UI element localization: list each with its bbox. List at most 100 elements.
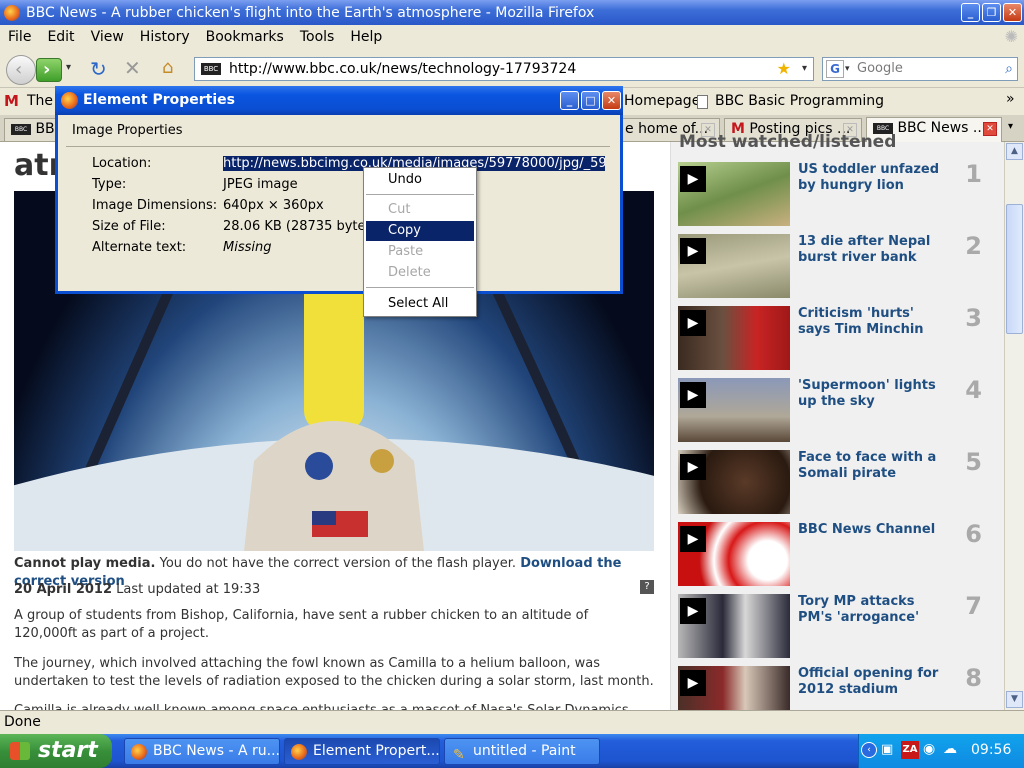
bbc-favicon-icon: BBC xyxy=(11,123,31,135)
speaker-icon[interactable]: ◉ xyxy=(923,741,935,757)
video-thumbnail[interactable]: ▶ xyxy=(678,234,790,298)
menu-view[interactable]: View xyxy=(83,29,132,45)
taskbar-item-label: Element Propert... xyxy=(313,743,440,759)
tray-expand-icon[interactable]: ‹ xyxy=(861,742,877,758)
play-icon: ▶ xyxy=(680,670,706,696)
item-rank: 4 xyxy=(965,376,982,404)
tab-bbc[interactable]: BBC BBC xyxy=(4,118,60,141)
scroll-down-icon[interactable]: ▼ xyxy=(1006,691,1023,708)
connection-icon[interactable]: ☁ xyxy=(943,741,957,757)
sidebar-heading: Most watched/listened xyxy=(679,132,897,152)
dimensions-label: Image Dimensions: xyxy=(92,198,218,213)
menu-item-undo[interactable]: Undo xyxy=(366,170,474,190)
list-item[interactable]: ▶ Face to face with a Somali pirate 5 xyxy=(678,448,990,514)
video-thumbnail[interactable]: ▶ xyxy=(678,594,790,658)
play-icon: ▶ xyxy=(680,454,706,480)
home-icon[interactable]: ⌂ xyxy=(162,57,173,78)
dialog-close-button[interactable]: ✕ xyxy=(602,91,621,110)
dialog-maximize-button[interactable]: □ xyxy=(581,91,600,110)
item-title[interactable]: Tory MP attacks PM's 'arrogance' xyxy=(798,594,948,626)
item-title[interactable]: BBC News Channel xyxy=(798,522,948,538)
scroll-thumb[interactable] xyxy=(1006,204,1023,334)
vertical-scrollbar[interactable]: ▲ ▼ xyxy=(1004,142,1024,710)
list-item[interactable]: ▶ US toddler unfazed by hungry lion 1 xyxy=(678,160,990,226)
back-button[interactable]: ‹ xyxy=(6,55,36,85)
close-button[interactable]: ✕ xyxy=(1003,3,1022,22)
menu-separator xyxy=(366,194,474,195)
taskbar-item-element-properties[interactable]: Element Propert... xyxy=(284,738,440,765)
bookmark-homepage[interactable]: Homepage xyxy=(624,93,700,109)
menu-bookmarks[interactable]: Bookmarks xyxy=(198,29,292,45)
forward-button[interactable]: › xyxy=(36,58,62,82)
window-titlebar: BBC News - A rubber chicken's flight int… xyxy=(0,0,1024,25)
scroll-up-icon[interactable]: ▲ xyxy=(1006,143,1023,160)
video-thumbnail[interactable]: ▶ xyxy=(678,666,790,710)
history-dropdown-icon[interactable]: ▾ xyxy=(66,62,71,73)
status-bar: Done xyxy=(0,710,1024,734)
tab-list-icon[interactable]: ▾ xyxy=(1008,121,1013,132)
video-thumbnail[interactable]: ▶ xyxy=(678,378,790,442)
help-icon[interactable]: ? xyxy=(640,580,654,594)
play-icon: ▶ xyxy=(680,382,706,408)
item-title[interactable]: Criticism 'hurts' says Tim Minchin xyxy=(798,306,948,338)
menu-separator xyxy=(366,287,474,288)
bookmark-item-the[interactable]: The xyxy=(27,93,53,109)
taskbar-item-label: untitled - Paint xyxy=(473,743,576,759)
menu-edit[interactable]: Edit xyxy=(39,29,82,45)
back-arrow-icon: ‹ xyxy=(15,59,23,80)
menu-file[interactable]: File xyxy=(0,29,39,45)
start-button[interactable]: start xyxy=(0,734,112,768)
menu-bar: File Edit View History Bookmarks Tools H… xyxy=(0,25,1024,48)
article-paragraph-2: The journey, which involved attaching th… xyxy=(14,656,654,689)
menu-history[interactable]: History xyxy=(132,29,198,45)
list-item[interactable]: ▶ Criticism 'hurts' says Tim Minchin 3 xyxy=(678,304,990,370)
video-thumbnail[interactable]: ▶ xyxy=(678,450,790,514)
menu-item-paste[interactable]: Paste xyxy=(366,242,474,262)
reload-icon[interactable]: ↻ xyxy=(90,57,107,81)
url-dropdown-icon[interactable]: ▾ xyxy=(802,58,807,80)
item-title[interactable]: 'Supermoon' lights up the sky xyxy=(798,378,948,410)
media-message-text: You do not have the correct version of t… xyxy=(159,556,517,571)
list-item[interactable]: ▶ 13 die after Nepal burst river bank 2 xyxy=(678,232,990,298)
item-title[interactable]: 13 die after Nepal burst river bank xyxy=(798,234,948,266)
url-bar[interactable]: BBC http://www.bbc.co.uk/news/technology… xyxy=(194,57,814,81)
bookmark-star-icon[interactable]: ★ xyxy=(777,58,791,80)
list-item[interactable]: ▶ BBC News Channel 6 xyxy=(678,520,990,586)
google-engine-icon[interactable]: G xyxy=(826,60,844,78)
menu-item-cut[interactable]: Cut xyxy=(366,200,474,220)
windows-logo-icon xyxy=(10,742,30,760)
menu-help[interactable]: Help xyxy=(342,29,390,45)
video-thumbnail[interactable]: ▶ xyxy=(678,162,790,226)
tab-close-icon[interactable]: ✕ xyxy=(983,122,997,136)
list-item[interactable]: ▶ 'Supermoon' lights up the sky 4 xyxy=(678,376,990,442)
play-icon: ▶ xyxy=(680,238,706,264)
dialog-minimize-button[interactable]: _ xyxy=(560,91,579,110)
play-icon: ▶ xyxy=(680,310,706,336)
video-thumbnail[interactable]: ▶ xyxy=(678,306,790,370)
search-box[interactable]: G ▾ Google ⌕ xyxy=(822,57,1018,81)
menu-item-copy[interactable]: Copy xyxy=(366,221,474,241)
taskbar-item-paint[interactable]: ✎ untitled - Paint xyxy=(444,738,600,765)
minimize-button[interactable]: _ xyxy=(961,3,980,22)
menu-item-select-all[interactable]: Select All xyxy=(366,294,474,314)
restore-button[interactable]: ❐ xyxy=(982,3,1001,22)
clock[interactable]: 09:56 xyxy=(971,742,1011,758)
menu-tools[interactable]: Tools xyxy=(292,29,343,45)
item-title[interactable]: US toddler unfazed by hungry lion xyxy=(798,162,948,194)
video-thumbnail[interactable]: ▶ xyxy=(678,522,790,586)
stop-icon[interactable]: ✕ xyxy=(124,56,141,80)
item-title[interactable]: Face to face with a Somali pirate xyxy=(798,450,948,482)
network-icon[interactable]: ▣ xyxy=(881,742,893,757)
taskbar-item-firefox[interactable]: BBC News - A ru... xyxy=(124,738,280,765)
zonealarm-icon[interactable]: ZA xyxy=(901,741,919,759)
list-item[interactable]: ▶ Official opening for 2012 stadium 8 xyxy=(678,666,990,710)
firefox-icon xyxy=(4,4,20,21)
engine-dropdown-icon[interactable]: ▾ xyxy=(845,58,850,80)
status-text: Done xyxy=(4,714,41,730)
list-item[interactable]: ▶ Tory MP attacks PM's 'arrogance' 7 xyxy=(678,592,990,658)
item-title[interactable]: Official opening for 2012 stadium xyxy=(798,666,948,698)
bookmark-bbc-basic[interactable]: BBC Basic Programming xyxy=(715,93,884,109)
menu-item-delete[interactable]: Delete xyxy=(366,263,474,283)
bookmarks-overflow-icon[interactable]: » xyxy=(1006,91,1015,107)
search-icon[interactable]: ⌕ xyxy=(1005,58,1013,80)
